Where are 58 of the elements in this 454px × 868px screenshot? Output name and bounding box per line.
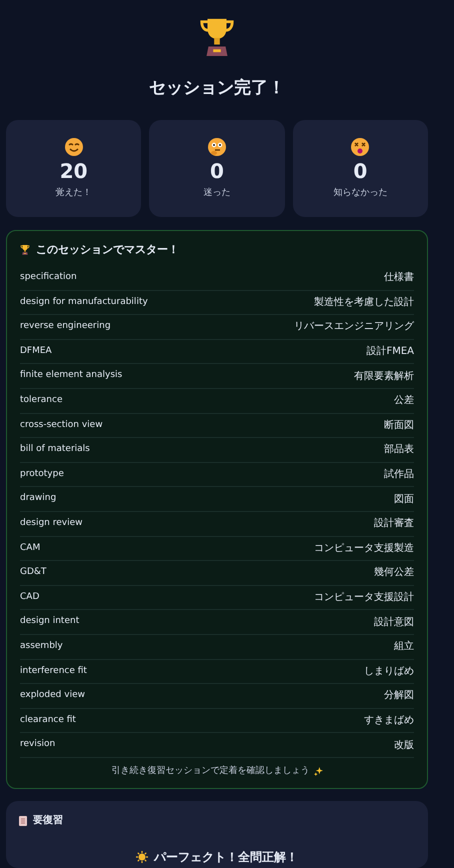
term-text: specification	[20, 271, 77, 284]
term-text: exploded view	[20, 689, 85, 702]
meaning-text: 組立	[394, 640, 414, 654]
sun-icon	[136, 851, 148, 864]
term-text: design for manufacturability	[20, 296, 148, 309]
term-text: design intent	[20, 615, 80, 628]
meaning-text: 有限要素解析	[354, 370, 414, 384]
term-text: design review	[20, 516, 82, 530]
meaning-text: 分解図	[384, 689, 414, 704]
perfect-message: パーフェクト！全問正解！	[154, 849, 298, 866]
meaning-text: 設計FMEA	[366, 344, 414, 360]
memo-icon	[19, 816, 27, 826]
meaning-text: 幾何公差	[374, 566, 414, 580]
term-text: tolerance	[20, 394, 62, 408]
term-text: DFMEA	[20, 344, 52, 358]
encouragement-text: 引き続き復習セッションで定着を確認しましょう	[112, 764, 310, 778]
stat-label: 知らなかった	[333, 186, 388, 200]
sparkles-icon	[314, 767, 322, 776]
meaning-text: 公差	[394, 394, 414, 408]
term-text: interference fit	[20, 664, 87, 678]
stat-label: 覚えた！	[56, 186, 92, 200]
meaning-text: 部品表	[384, 442, 414, 458]
term-text: finite element analysis	[20, 369, 122, 382]
meaning-text: すきまばめ	[364, 714, 414, 728]
term-text: drawing	[20, 492, 56, 506]
section-title: このセッションでマスター！	[36, 242, 179, 258]
thinking-face-icon	[206, 136, 227, 156]
term-text: assembly	[20, 640, 63, 653]
term-text: CAM	[20, 542, 40, 555]
smiling-face-icon	[64, 136, 84, 156]
meaning-text: 断面図	[384, 418, 414, 433]
stat-value: 0	[353, 158, 368, 182]
meaning-text: 設計審査	[374, 516, 414, 532]
page-title: セッション完了！	[149, 77, 285, 100]
trophy-icon	[20, 244, 30, 256]
meaning-text: 仕様書	[384, 270, 414, 286]
term-text: prototype	[20, 468, 64, 481]
meaning-text: 試作品	[384, 468, 414, 482]
term-text: revision	[20, 738, 56, 752]
term-text: reverse engineering	[20, 320, 111, 334]
meaning-text: 図面	[394, 492, 414, 507]
term-text: cross-section view	[20, 418, 103, 432]
stat-label: 迷った	[203, 186, 230, 200]
meaning-text: コンピュータ支援製造	[314, 542, 414, 556]
meaning-text: リバースエンジニアリング	[294, 320, 414, 334]
meaning-text: 設計意図	[374, 616, 414, 630]
term-text: CAD	[20, 590, 40, 604]
term-text: bill of materials	[20, 443, 90, 456]
meaning-text: コンピュータ支援設計	[314, 590, 414, 606]
meaning-text: 製造性を考慮した設計	[314, 296, 414, 310]
stat-value: 20	[60, 158, 88, 182]
meaning-text: 改版	[394, 738, 414, 753]
term-text: GD&T	[20, 566, 46, 580]
meaning-text: しまりばめ	[364, 664, 414, 679]
term-text: clearance fit	[20, 714, 76, 727]
dizzy-face-icon	[350, 136, 370, 156]
section-title: 要復習	[33, 814, 63, 828]
stat-value: 0	[210, 158, 224, 182]
